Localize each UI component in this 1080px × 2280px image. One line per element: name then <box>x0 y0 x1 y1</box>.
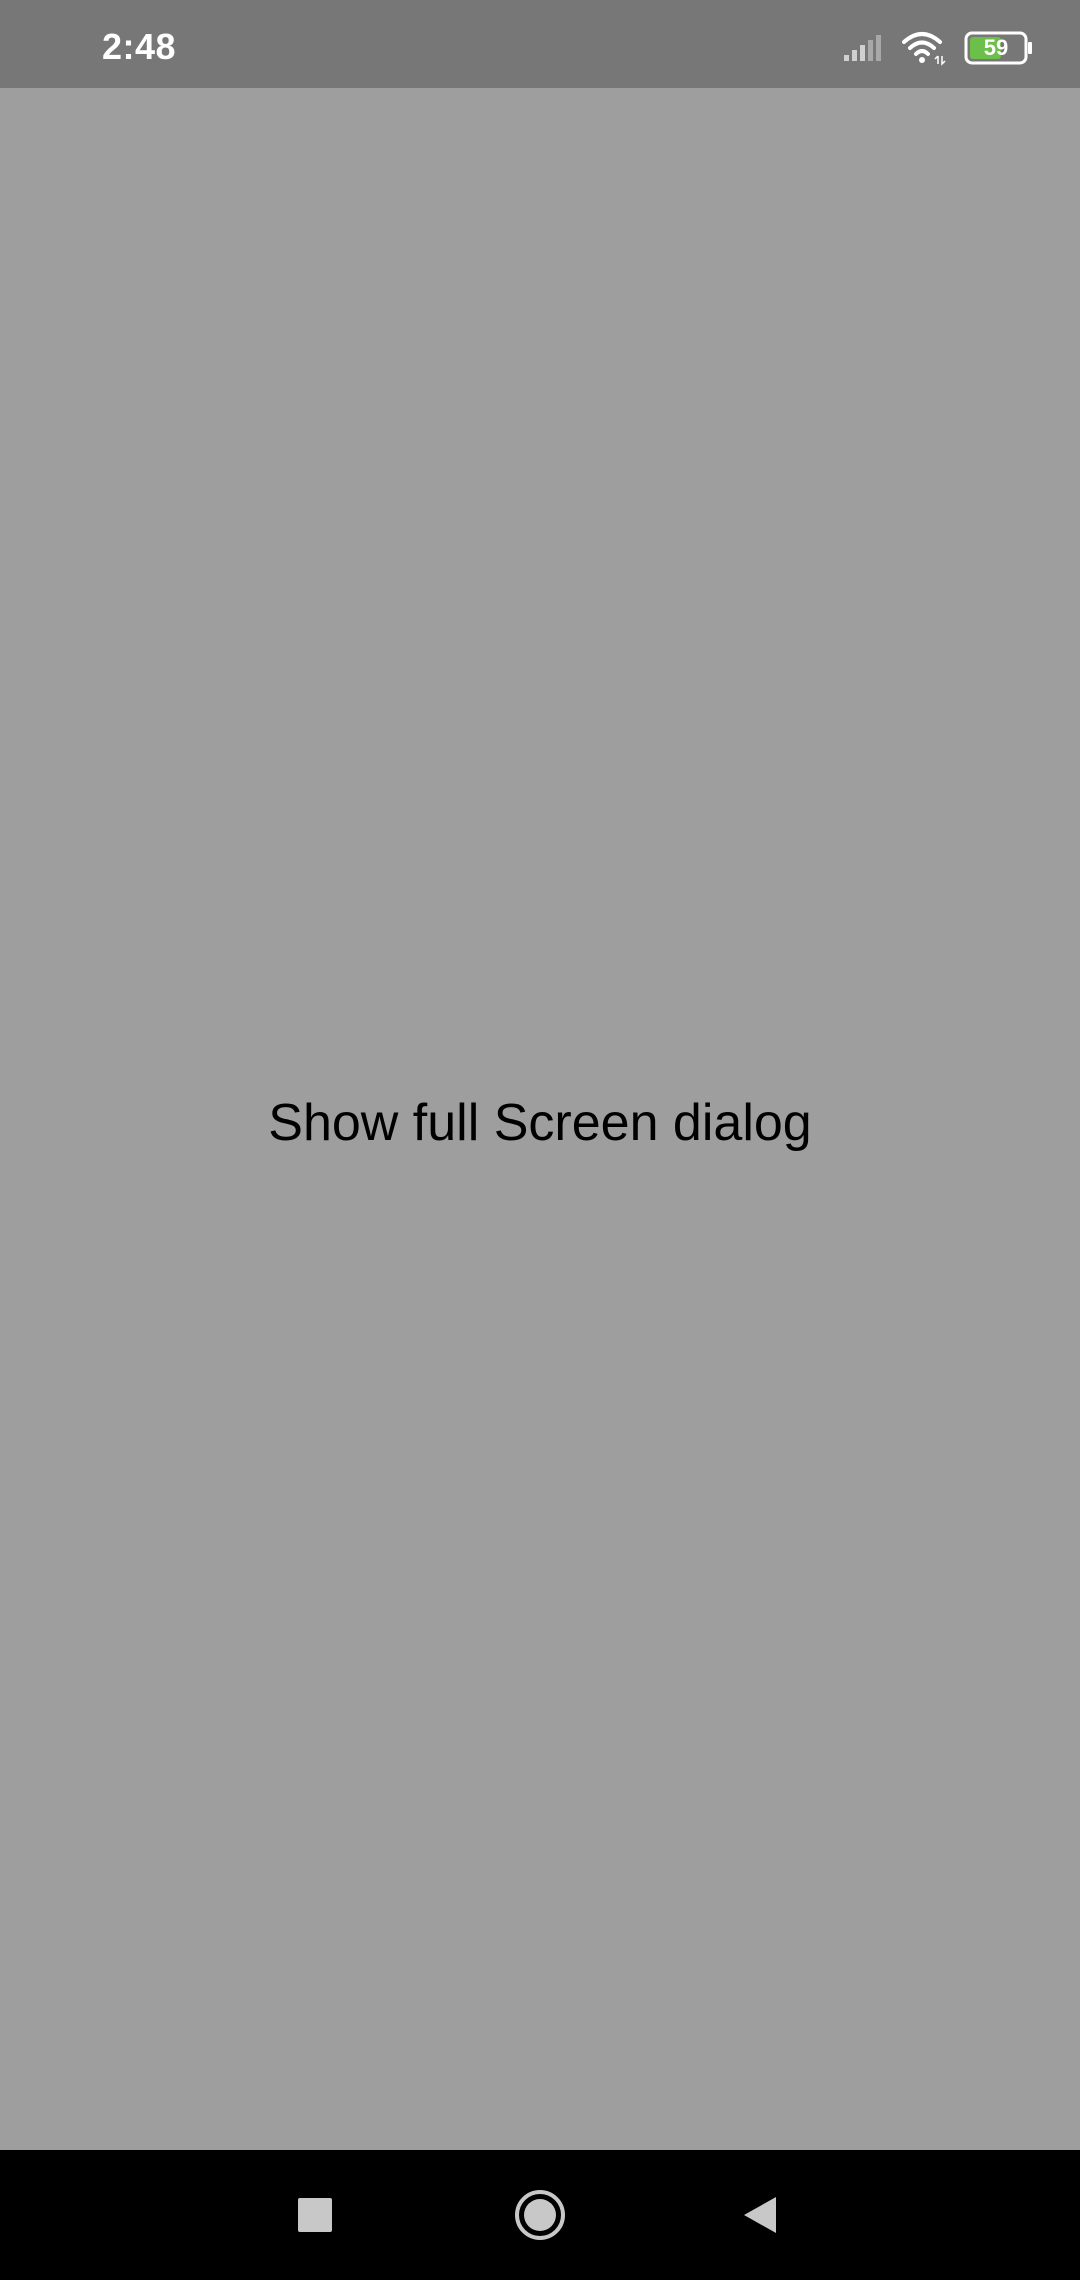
status-icons: 59 <box>842 28 1034 68</box>
wifi-icon <box>902 32 946 66</box>
recents-button[interactable] <box>285 2185 345 2245</box>
battery-indicator: 59 <box>964 31 1034 65</box>
home-icon <box>515 2190 565 2240</box>
show-full-screen-dialog-button[interactable]: Show full Screen dialog <box>0 1088 1080 1158</box>
navigation-bar <box>0 2150 1080 2280</box>
back-icon <box>744 2197 776 2233</box>
home-button[interactable] <box>510 2185 570 2245</box>
battery-level: 59 <box>983 35 1009 60</box>
screen: 2:48 59 Show full Screen dialog <box>0 0 1080 2280</box>
signal-icon <box>844 35 881 61</box>
recents-icon <box>298 2198 332 2232</box>
back-button[interactable] <box>730 2185 790 2245</box>
main-content: Show full Screen dialog <box>0 88 1080 2150</box>
status-time: 2:48 <box>102 26 177 67</box>
status-bar: 2:48 59 <box>0 0 1080 88</box>
